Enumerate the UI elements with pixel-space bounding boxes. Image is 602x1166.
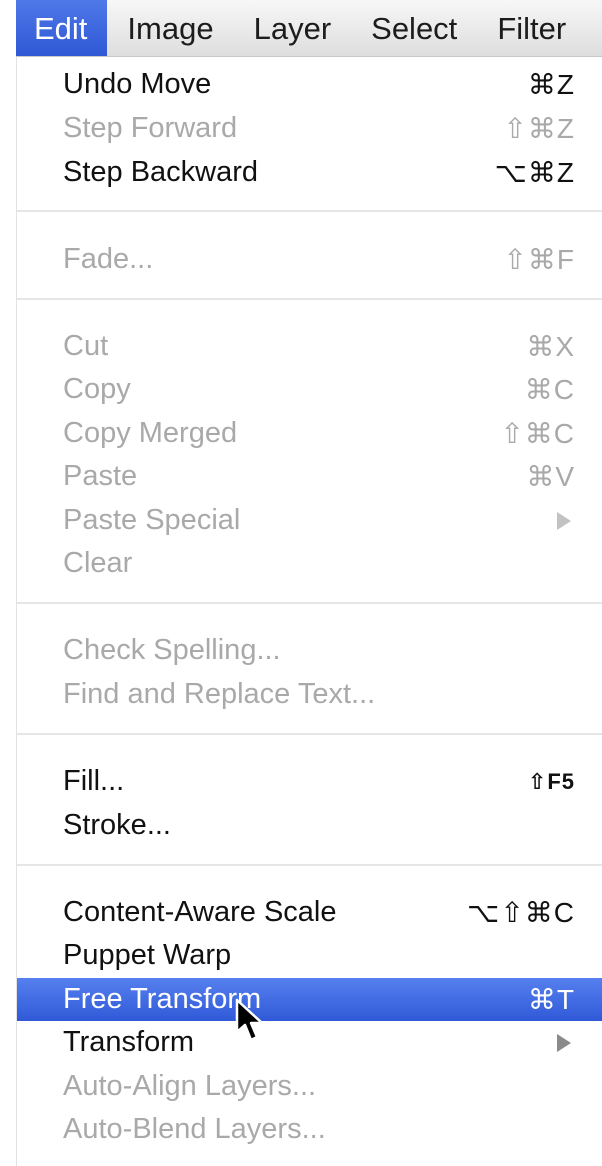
- menu-item-label: Copy Merged: [63, 417, 238, 449]
- menu-item-content-aware-scale[interactable]: Content-Aware Scale ⌥⇧⌘C: [17, 891, 602, 934]
- menu-item-fill[interactable]: Fill... ⇧F5: [17, 760, 602, 803]
- menu-item-shortcut: ⌘V: [526, 461, 575, 492]
- menu-item-label: Auto-Blend Layers...: [63, 1113, 326, 1145]
- menu-item-shortcut: ⇧⌘F: [503, 244, 575, 275]
- menu-item-cut: Cut ⌘X: [17, 325, 602, 368]
- menu-separator: [17, 602, 602, 604]
- menu-separator: [17, 733, 602, 735]
- menu-item-label: Paste: [63, 460, 138, 492]
- menu-item-shortcut: ⌥⇧⌘C: [467, 897, 575, 928]
- menu-item-label: Fade...: [63, 243, 154, 275]
- menu-item-undo-move[interactable]: Undo Move ⌘Z: [17, 63, 602, 106]
- menu-item-label: Copy: [63, 373, 131, 405]
- menu-item-step-forward: Step Forward ⇧⌘Z: [17, 107, 602, 150]
- submenu-arrow-icon: [557, 511, 571, 530]
- menu-separator: [17, 210, 602, 212]
- menu-item-clear: Clear: [17, 542, 602, 585]
- screen: Edit Image Layer Select Filter Undo Move…: [0, 0, 602, 1166]
- menu-item-label: Free Transform: [63, 983, 262, 1015]
- menu-item-label: Cut: [63, 330, 109, 362]
- menu-item-label: Content-Aware Scale: [63, 896, 337, 928]
- menu-bar: Edit Image Layer Select Filter: [16, 0, 602, 57]
- mouse-pointer-icon: [235, 998, 264, 1042]
- menu-item-label: Find and Replace Text...: [63, 678, 376, 710]
- menu-item-label: Clear: [63, 547, 133, 579]
- menu-edit[interactable]: Edit: [16, 0, 108, 56]
- submenu-arrow-icon: [557, 1033, 571, 1052]
- menu-item-copy: Copy ⌘C: [17, 368, 602, 411]
- menu-image[interactable]: Image: [107, 0, 233, 56]
- menu-item-shortcut: ⌘T: [527, 984, 575, 1015]
- menu-item-copy-merged: Copy Merged ⇧⌘C: [17, 412, 602, 455]
- menu-item-label: Auto-Align Layers...: [63, 1070, 317, 1102]
- menu-item-label: Step Backward: [63, 156, 259, 188]
- menu-item-free-transform[interactable]: Free Transform ⌘T: [17, 978, 602, 1021]
- menu-item-transform[interactable]: Transform: [17, 1021, 602, 1064]
- menu-item-label: Paste Special: [63, 504, 241, 536]
- menu-item-stroke[interactable]: Stroke...: [17, 804, 602, 847]
- menu-item-paste: Paste ⌘V: [17, 455, 602, 498]
- menu-item-shortcut: ⌘Z: [527, 69, 575, 100]
- menu-separator: [17, 864, 602, 866]
- menu-item-step-backward[interactable]: Step Backward ⌥⌘Z: [17, 151, 602, 194]
- menu-item-puppet-warp[interactable]: Puppet Warp: [17, 934, 602, 977]
- menu-item-auto-blend-layers: Auto-Blend Layers...: [17, 1108, 602, 1151]
- menu-item-label: Puppet Warp: [63, 939, 232, 971]
- menu-item-label: Fill...: [63, 765, 125, 797]
- menu-item-label: Check Spelling...: [63, 634, 281, 666]
- menu-layer[interactable]: Layer: [234, 0, 352, 56]
- menu-item-shortcut: ⇧⌘Z: [503, 113, 575, 144]
- menu-separator: [17, 298, 602, 300]
- menu-item-auto-align-layers: Auto-Align Layers...: [17, 1065, 602, 1108]
- menu-item-paste-special: Paste Special: [17, 499, 602, 542]
- menu-item-find-replace: Find and Replace Text...: [17, 673, 602, 716]
- menu-item-shortcut: ⇧⌘C: [500, 418, 575, 449]
- edit-menu-dropdown: Undo Move ⌘Z Step Forward ⇧⌘Z Step Backw…: [16, 57, 602, 1166]
- menu-item-shortcut: ⇧F5: [527, 768, 575, 794]
- menu-item-fade: Fade... ⇧⌘F: [17, 238, 602, 281]
- menu-item-label: Stroke...: [63, 809, 171, 841]
- menu-item-label: Step Forward: [63, 112, 238, 144]
- menu-item-check-spelling: Check Spelling...: [17, 629, 602, 672]
- menu-item-shortcut: ⌘X: [526, 331, 575, 362]
- menu-filter[interactable]: Filter: [477, 0, 586, 56]
- menu-item-label: Transform: [63, 1026, 195, 1058]
- menu-item-label: Undo Move: [63, 68, 212, 100]
- menu-select[interactable]: Select: [351, 0, 477, 56]
- menu-item-shortcut: ⌘C: [524, 374, 575, 405]
- menu-item-shortcut: ⌥⌘Z: [494, 157, 575, 188]
